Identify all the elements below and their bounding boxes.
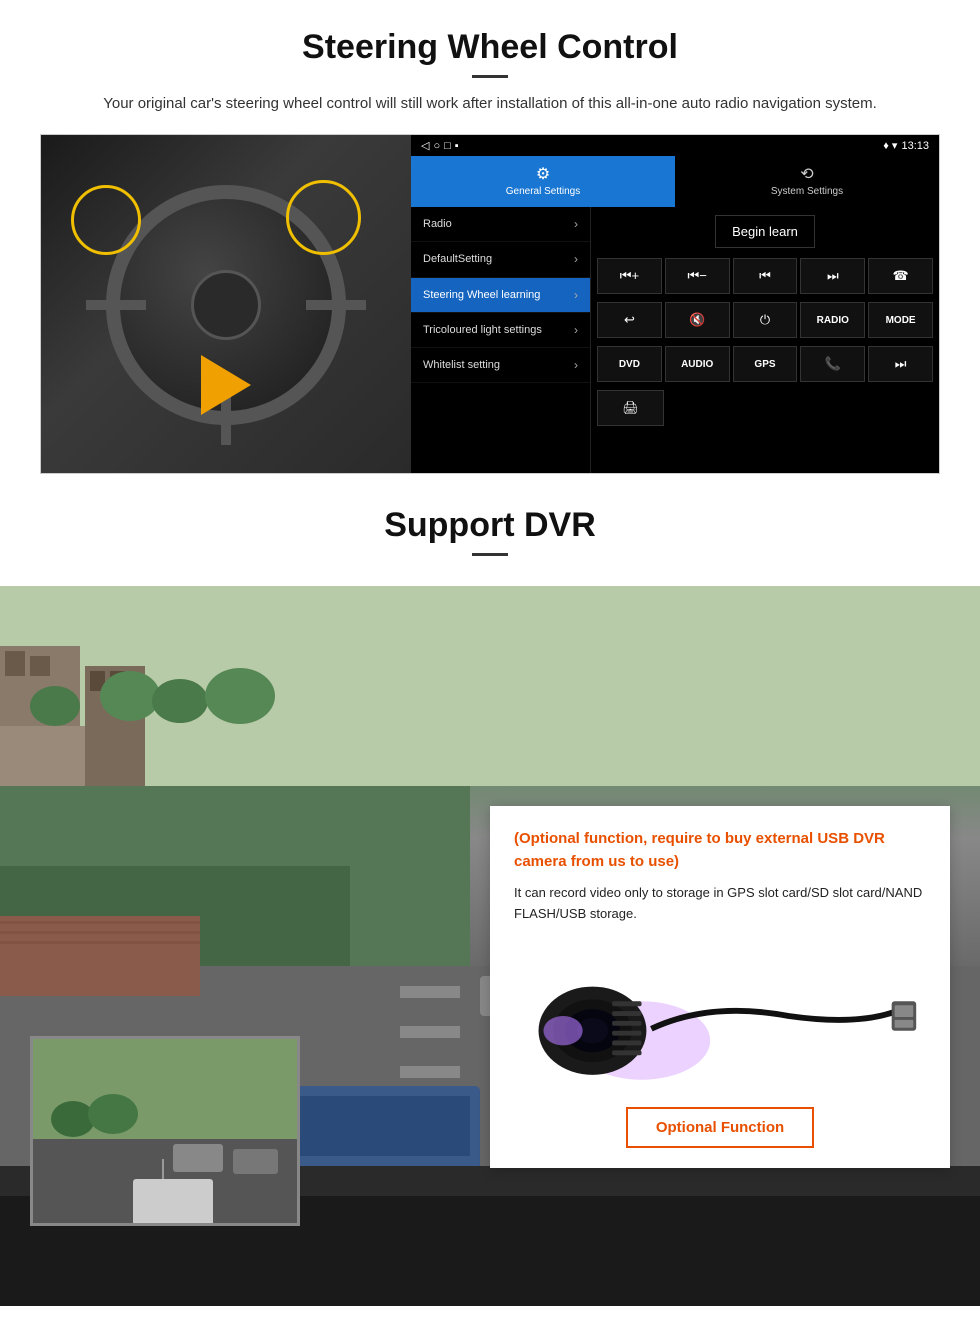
menu-steering-wheel-learning[interactable]: Steering Wheel learning › xyxy=(411,278,590,313)
steering-demo-area: ◁ ○ □ ▪ ♦ ▾ 13:13 ⚙ General Settings ⟲ S… xyxy=(40,134,940,474)
dvr-device-svg xyxy=(514,941,926,1091)
ctrl-radio[interactable]: RADIO xyxy=(800,302,865,338)
ctrl-phone-prev[interactable]: 📞 xyxy=(800,346,865,382)
highlight-left-buttons xyxy=(71,185,141,255)
general-settings-icon: ⚙ xyxy=(536,164,550,184)
ctrl-mute[interactable]: 🔇 xyxy=(665,302,730,338)
dvr-screenshot-inner xyxy=(33,1039,297,1223)
tab-general-label: General Settings xyxy=(506,186,581,197)
dvr-info-box: (Optional function, require to buy exter… xyxy=(490,806,950,1168)
menu-arrow-icon: › xyxy=(574,288,578,302)
android-right-panel: Begin learn ⏮+ ⏮− ⏮ ⏭ ☎ ↩ 🔇 ⏻ RADIO xyxy=(591,207,939,473)
android-tabs: ⚙ General Settings ⟲ System Settings xyxy=(411,156,939,207)
ctrl-gps[interactable]: GPS xyxy=(733,346,798,382)
menu-arrow-icon: › xyxy=(574,323,578,337)
nav-back-icon: ◁ xyxy=(421,139,429,152)
control-grid-row3: DVD AUDIO GPS 📞 ⏭ xyxy=(595,344,935,384)
ctrl-phone[interactable]: ☎ xyxy=(868,258,933,294)
steering-wheel-section: Steering Wheel Control Your original car… xyxy=(0,0,980,474)
dvr-divider xyxy=(472,553,508,556)
ctrl-vol-down[interactable]: ⏮− xyxy=(665,258,730,294)
dvr-screenshot-svg xyxy=(33,1039,300,1226)
steering-wheel-photo xyxy=(41,135,411,474)
spoke-right xyxy=(306,300,366,310)
optional-function-button[interactable]: Optional Function xyxy=(626,1107,814,1148)
android-content-area: Radio › DefaultSetting › Steering Wheel … xyxy=(411,207,939,473)
menu-default-setting[interactable]: DefaultSetting › xyxy=(411,242,590,277)
menu-arrow-icon: › xyxy=(574,252,578,266)
control-grid-row2: ↩ 🔇 ⏻ RADIO MODE xyxy=(595,300,935,340)
android-settings-panel: ◁ ○ □ ▪ ♦ ▾ 13:13 ⚙ General Settings ⟲ S… xyxy=(411,135,939,473)
dvr-footage-screenshot xyxy=(30,1036,300,1226)
highlight-right-buttons xyxy=(286,180,361,255)
ctrl-next-track[interactable]: ⏭ xyxy=(800,258,865,294)
nav-menu-icon: ▪ xyxy=(455,140,459,152)
steering-subtitle: Your original car's steering wheel contr… xyxy=(80,92,900,116)
nav-recents-icon: □ xyxy=(444,140,451,152)
dvr-optional-text: (Optional function, require to buy exter… xyxy=(514,828,926,873)
control-grid-row4: 🖨 xyxy=(595,388,935,428)
menu-tricoloured-light[interactable]: Tricoloured light settings › xyxy=(411,313,590,348)
control-grid-row1: ⏮+ ⏮− ⏮ ⏭ ☎ xyxy=(595,256,935,296)
menu-radio[interactable]: Radio › xyxy=(411,207,590,242)
direction-arrow xyxy=(201,355,251,415)
title-divider xyxy=(472,75,508,78)
steering-title: Steering Wheel Control xyxy=(40,28,940,67)
dvr-title-area: Support DVR xyxy=(0,482,980,586)
tab-system-settings[interactable]: ⟲ System Settings xyxy=(675,156,939,207)
tab-system-label: System Settings xyxy=(771,186,843,197)
menu-arrow-icon: › xyxy=(574,358,578,372)
ctrl-power[interactable]: ⏻ xyxy=(733,302,798,338)
menu-arrow-icon: › xyxy=(574,217,578,231)
ctrl-mode[interactable]: MODE xyxy=(868,302,933,338)
android-menu: Radio › DefaultSetting › Steering Wheel … xyxy=(411,207,591,473)
arrow-icon xyxy=(201,355,251,415)
ctrl-vol-up[interactable]: ⏮+ xyxy=(597,258,662,294)
system-settings-icon: ⟲ xyxy=(800,164,813,184)
spoke-left xyxy=(86,300,146,310)
status-icons: ♦ ▾ xyxy=(883,139,897,152)
tab-general-settings[interactable]: ⚙ General Settings xyxy=(411,156,675,207)
ctrl-audio[interactable]: AUDIO xyxy=(665,346,730,382)
ctrl-back[interactable]: ↩ xyxy=(597,302,662,338)
ctrl-prev-track[interactable]: ⏮ xyxy=(733,258,798,294)
steering-hub xyxy=(191,270,261,340)
ctrl-dvd[interactable]: DVD xyxy=(597,346,662,382)
android-statusbar: ◁ ○ □ ▪ ♦ ▾ 13:13 xyxy=(411,135,939,156)
status-time: 13:13 xyxy=(901,140,929,152)
ctrl-skip-next[interactable]: ⏭ xyxy=(868,346,933,382)
nav-home-icon: ○ xyxy=(433,140,440,152)
dvr-description: It can record video only to storage in G… xyxy=(514,883,926,925)
dvr-section: Support DVR xyxy=(0,482,980,1306)
dvr-title: Support DVR xyxy=(40,506,940,545)
dvr-background: (Optional function, require to buy exter… xyxy=(0,586,980,1306)
menu-whitelist[interactable]: Whitelist setting › xyxy=(411,348,590,383)
begin-learn-button[interactable]: Begin learn xyxy=(715,215,815,248)
dvr-device-illustration xyxy=(514,941,926,1091)
ctrl-print[interactable]: 🖨 xyxy=(597,390,664,426)
